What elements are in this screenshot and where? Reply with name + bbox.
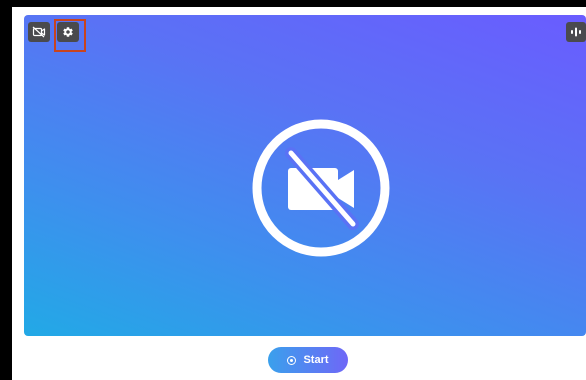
start-button[interactable]: Start bbox=[268, 347, 348, 373]
audio-level-icon bbox=[571, 27, 581, 37]
video-preview bbox=[24, 15, 586, 336]
video-off-icon bbox=[252, 119, 390, 257]
start-button-label: Start bbox=[303, 354, 329, 366]
record-icon-dot bbox=[290, 358, 294, 362]
video-off-icon bbox=[32, 26, 46, 38]
audio-level-button[interactable] bbox=[566, 22, 586, 42]
camera-toggle-button[interactable] bbox=[28, 22, 50, 42]
gear-icon bbox=[63, 27, 73, 37]
app-frame: Start bbox=[12, 7, 586, 380]
record-icon bbox=[287, 355, 297, 365]
settings-button[interactable] bbox=[57, 22, 79, 42]
